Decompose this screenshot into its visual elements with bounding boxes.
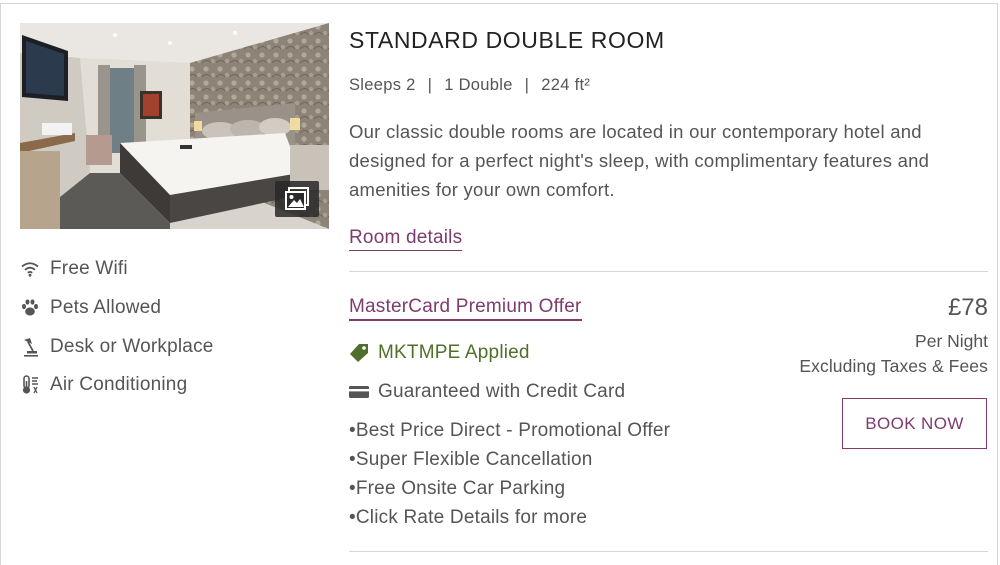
credit-card-icon	[349, 386, 369, 398]
amenities-list: Free Wifi Pets Allowed Desk or Workplace	[19, 250, 319, 405]
desk-lamp-icon	[19, 336, 41, 358]
gallery-icon	[285, 187, 309, 210]
separator: |	[427, 76, 433, 94]
promo-label: MKTMPE Applied	[378, 342, 530, 363]
room-description: Our classic double rooms are located in …	[349, 121, 930, 200]
amenity-label: Pets Allowed	[50, 297, 162, 319]
offer-name-link[interactable]: MasterCard Premium Offer	[349, 296, 582, 321]
divider	[349, 271, 988, 272]
amenity-label: Desk or Workplace	[50, 335, 214, 357]
amenity-label: Free Wifi	[50, 258, 128, 280]
beds-text: 1 Double	[444, 76, 513, 94]
room-details-link[interactable]: Room details	[349, 227, 463, 251]
amenity-pets: Pets Allowed	[19, 289, 319, 328]
wifi-icon	[19, 258, 41, 280]
guarantee-label: Guaranteed with Credit Card	[378, 381, 626, 402]
thermometer-icon	[19, 374, 41, 396]
amenity-ac: Air Conditioning	[19, 366, 319, 405]
promo-applied: MKTMPE Applied	[349, 342, 530, 364]
amenity-label: Air Conditioning	[50, 374, 188, 396]
separator: |	[524, 76, 530, 94]
sleeps-text: Sleeps 2	[349, 76, 416, 94]
guarantee-row: Guaranteed with Credit Card	[349, 381, 625, 403]
divider	[349, 551, 988, 552]
room-photo[interactable]	[20, 23, 329, 229]
amenity-desk: Desk or Workplace	[19, 327, 319, 366]
tag-icon	[350, 344, 368, 362]
amenity-wifi: Free Wifi	[19, 250, 319, 289]
room-title: STANDARD DOUBLE ROOM	[349, 27, 665, 53]
book-now-button[interactable]: BOOK NOW	[842, 398, 987, 449]
benefit-item: •Super Flexible Cancellation	[349, 449, 593, 470]
price: £78	[947, 294, 988, 321]
benefit-item: •Best Price Direct - Promotional Offer	[349, 420, 671, 441]
benefit-item: •Free Onsite Car Parking	[349, 478, 566, 499]
per-night-label: Per Night	[915, 331, 988, 351]
room-meta: Sleeps 2 | 1 Double | 224 ft²	[349, 76, 590, 95]
paw-icon	[19, 297, 41, 319]
size-text: 224 ft²	[541, 76, 591, 94]
offer-benefits: •Best Price Direct - Promotional Offer •…	[349, 419, 670, 535]
taxes-note: Excluding Taxes & Fees	[799, 356, 988, 376]
gallery-button[interactable]	[275, 181, 319, 217]
benefit-item: •Click Rate Details for more	[349, 507, 588, 528]
